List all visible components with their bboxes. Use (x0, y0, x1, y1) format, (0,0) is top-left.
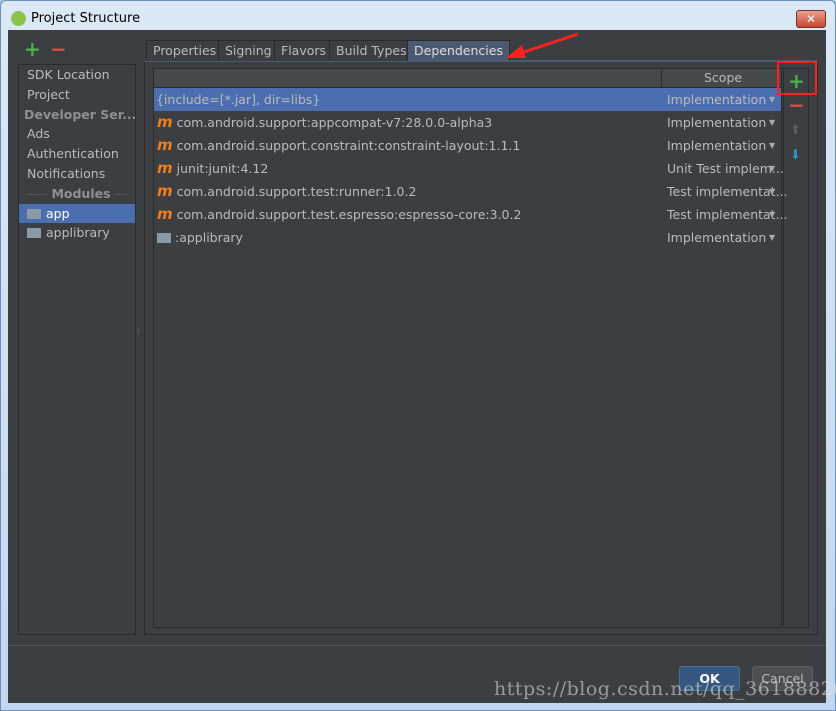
chevron-down-icon[interactable]: ▼ (769, 157, 775, 180)
maven-icon: m (157, 205, 173, 223)
footer-divider (8, 645, 826, 646)
dependency-row[interactable]: m junit:junit:4.12 Unit Test implem... ▼ (154, 157, 784, 180)
maven-icon: m (157, 113, 173, 131)
watermark: https://blog.csdn.net/qq_36188826 (494, 678, 836, 700)
dependency-name: com.android.support.constraint:constrain… (176, 138, 521, 153)
tab-properties[interactable]: Properties (146, 40, 224, 61)
dependency-row[interactable]: {include=[*.jar], dir=libs} Implementatio… (154, 88, 781, 111)
chevron-down-icon[interactable]: ▼ (769, 88, 775, 111)
dependencies-table: Scope {include=[*.jar], dir=libs} Impleme… (153, 68, 788, 628)
add-module-button[interactable]: + (24, 37, 41, 61)
sidebar-item[interactable]: Authentication (19, 144, 135, 164)
chevron-down-icon[interactable]: ▼ (769, 180, 775, 203)
maven-icon: m (157, 159, 173, 177)
dependency-toolbar: + − ⬆ ⬇ (783, 68, 809, 628)
tab-build-types[interactable]: Build Types (329, 40, 414, 61)
module-folder-icon (157, 233, 171, 243)
tab-dependencies[interactable]: Dependencies (407, 40, 510, 61)
modules-header-label: Modules (47, 185, 115, 201)
tab-flavors[interactable]: Flavors (274, 40, 334, 61)
scope-dropdown[interactable]: Implementation (667, 88, 766, 111)
dependency-name: {include=[*.jar], dir=libs} (156, 92, 321, 107)
app-module-icon (27, 208, 41, 219)
dependency-name: junit:junit:4.12 (176, 161, 269, 176)
dependency-name: com.android.support.test.espresso:espres… (176, 207, 522, 222)
tab-signing[interactable]: Signing (218, 40, 279, 61)
window-title: Project Structure (31, 11, 141, 26)
move-down-icon[interactable]: ⬇ (790, 148, 801, 163)
maven-icon: m (157, 182, 173, 200)
dependency-row[interactable]: m com.android.support:appcompat-v7:28.0.0… (154, 111, 781, 134)
chevron-down-icon[interactable]: ▼ (769, 134, 775, 157)
dependency-name: com.android.support:appcompat-v7:28.0.0-… (176, 115, 493, 130)
move-up-icon[interactable]: ⬆ (790, 123, 801, 138)
sidebar-item[interactable]: SDK Location (19, 65, 135, 85)
sidebar-item[interactable]: Notifications (19, 164, 135, 184)
remove-dependency-button[interactable]: − (788, 93, 805, 117)
modules-header: Modules (19, 184, 135, 204)
scope-dropdown[interactable]: Implementation (667, 134, 766, 157)
sidebar-item[interactable]: Project (19, 85, 135, 105)
dependency-row[interactable]: m com.android.support.test:runner:1.0.2 Te… (154, 180, 788, 203)
scope-column-header[interactable]: Scope (704, 70, 742, 85)
sidebar-item[interactable]: Ads (19, 124, 135, 144)
android-studio-icon (11, 11, 26, 26)
dependency-row[interactable]: m com.android.support.constraint:constrai… (154, 134, 781, 157)
table-header: Scope (154, 69, 781, 88)
sidebar: SDK LocationProjectDeveloper Ser... ... A… (18, 64, 136, 635)
dependency-row[interactable]: m com.android.support.test.espresso:espre… (154, 203, 788, 226)
module-label: app (46, 205, 70, 221)
library-module-icon (27, 228, 41, 239)
scope-dropdown[interactable]: Implementation (667, 111, 766, 134)
close-button[interactable]: ✕ (796, 10, 826, 28)
module-item[interactable]: applibrary (19, 223, 135, 243)
annotation-arrow-icon (506, 32, 579, 58)
dependency-name: com.android.support.test:runner:1.0.2 (176, 184, 417, 199)
remove-module-button[interactable]: − (50, 37, 67, 61)
splitter-handle[interactable]: ⁞ (137, 328, 140, 336)
chevron-down-icon[interactable]: ▼ (769, 111, 775, 134)
scope-dropdown[interactable]: Unit Test implem... (667, 157, 784, 180)
sidebar-item: Developer Ser... ... (24, 106, 135, 122)
module-item[interactable]: app (19, 203, 135, 224)
chevron-down-icon[interactable]: ▼ (769, 226, 775, 249)
highlight-box (777, 61, 817, 95)
module-label: applibrary (46, 225, 110, 241)
dependency-row[interactable]: :applibrary Implementation ▼ (154, 226, 781, 249)
scope-dropdown[interactable]: Implementation (667, 226, 766, 249)
dependency-name: :applibrary (175, 230, 243, 245)
chevron-down-icon[interactable]: ▼ (769, 203, 775, 226)
maven-icon: m (157, 136, 173, 154)
